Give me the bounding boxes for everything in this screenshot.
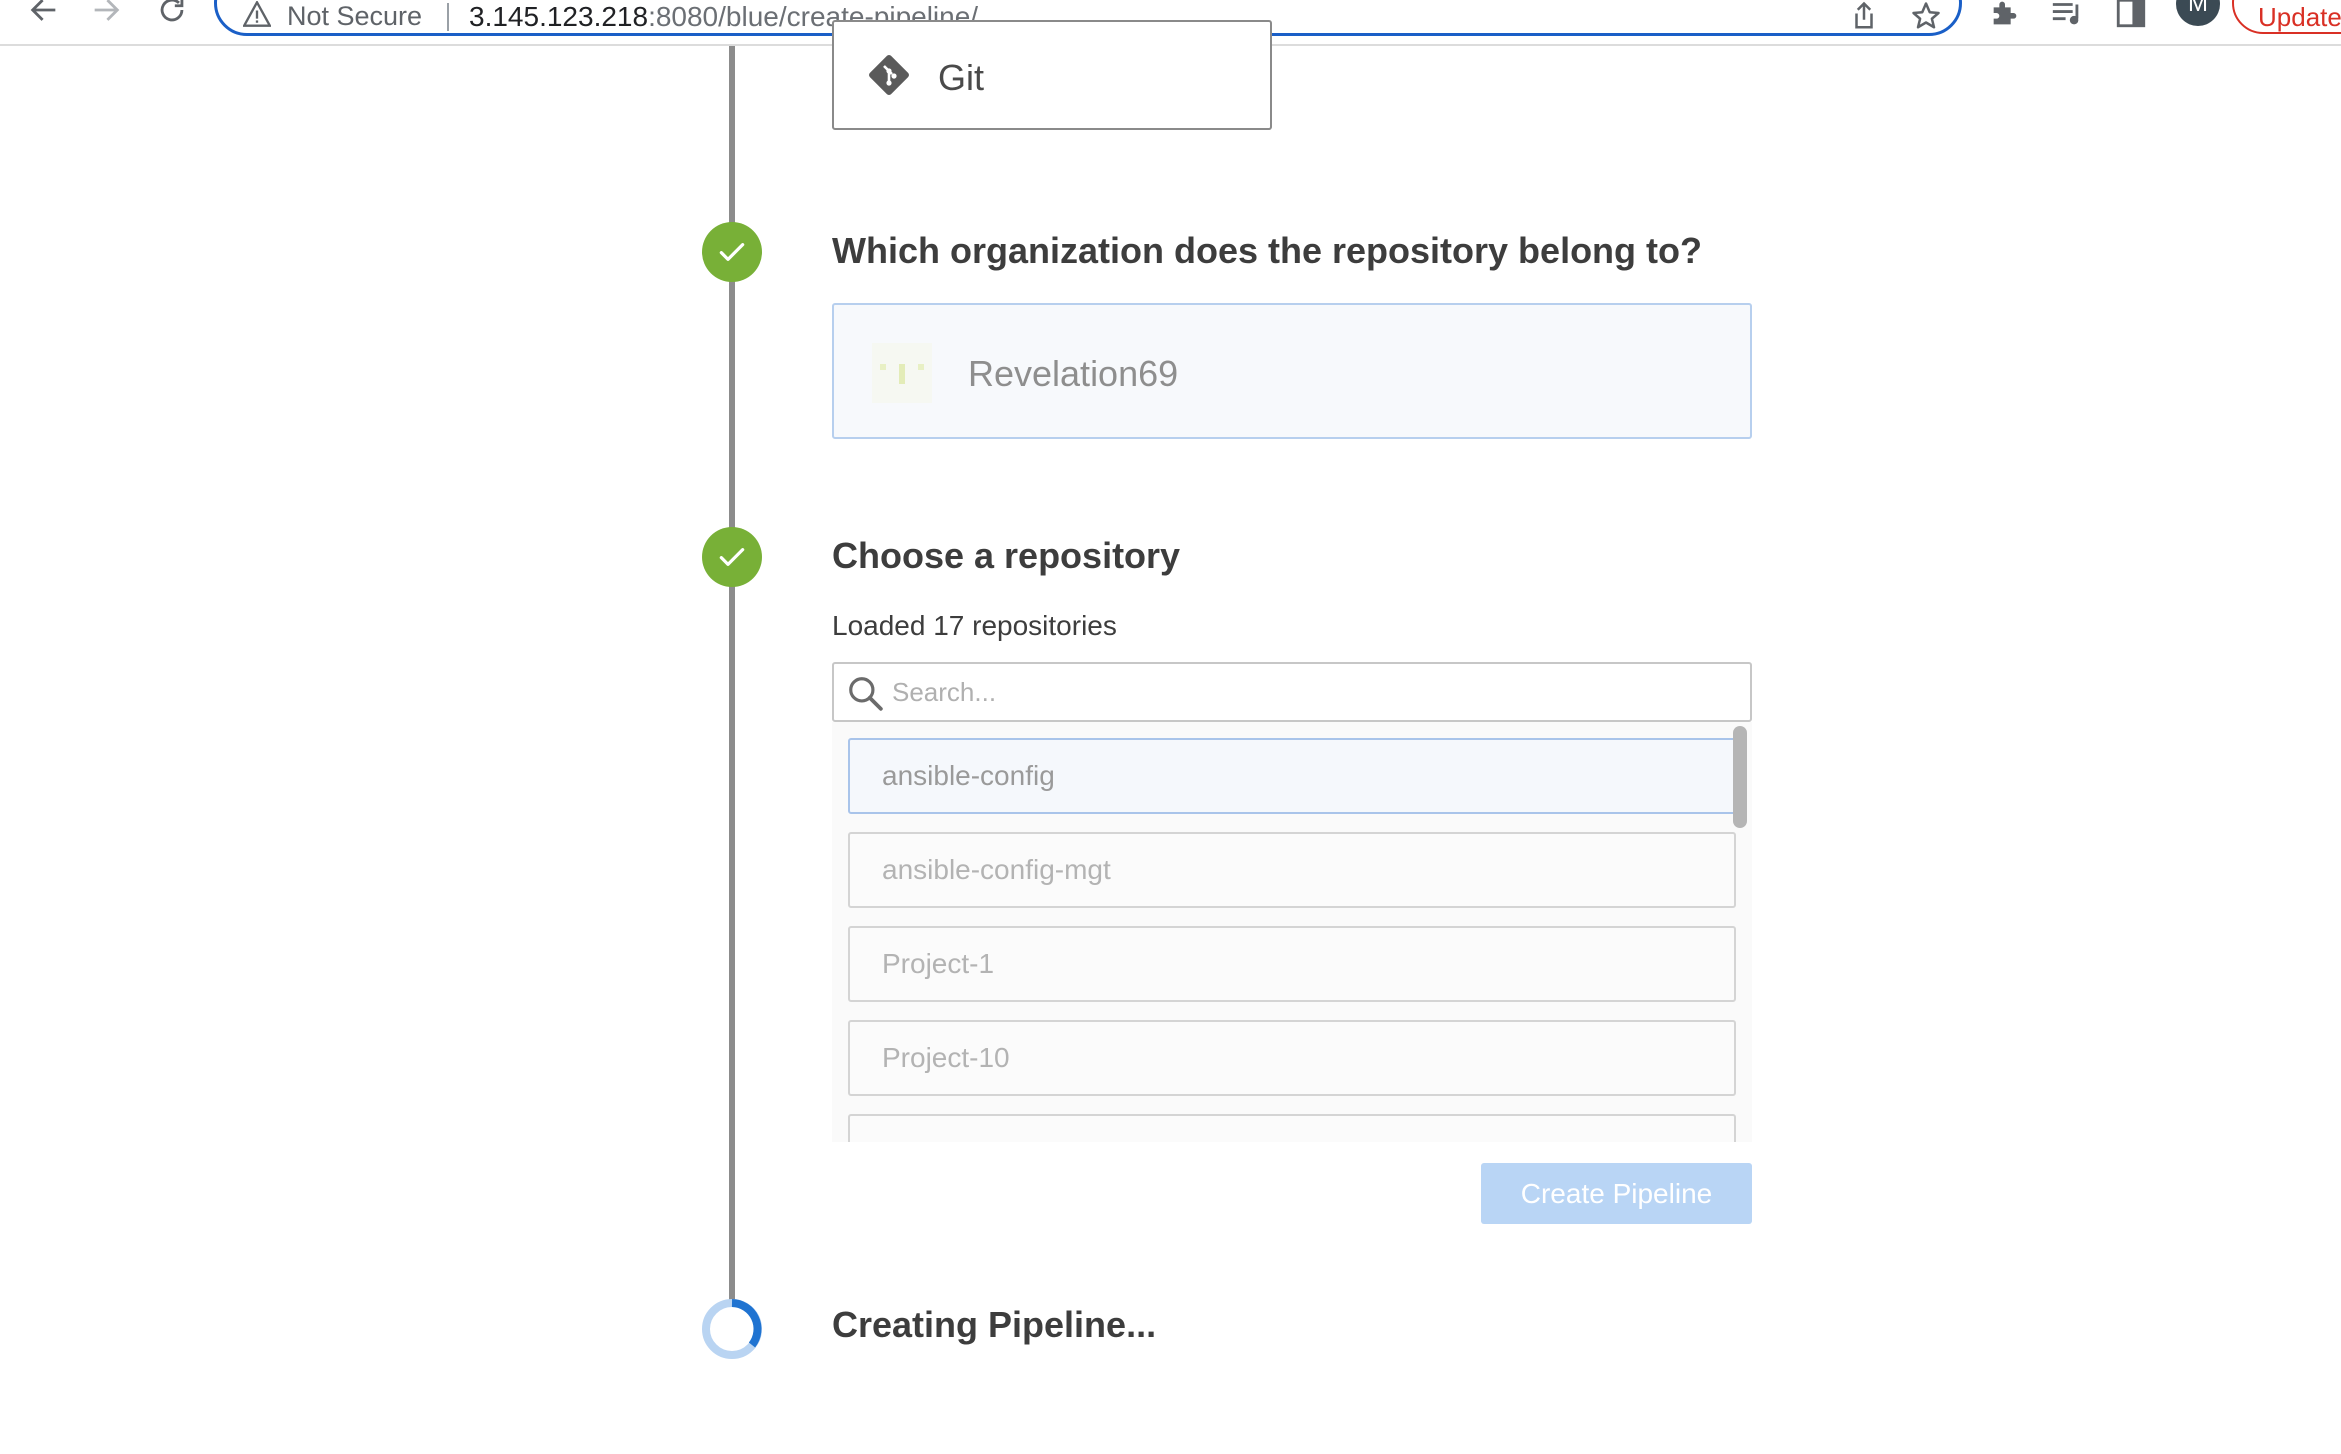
arrow-left-icon <box>30 0 56 21</box>
repository-item[interactable] <box>848 1114 1736 1142</box>
repository-step-heading: Choose a repository <box>832 535 1181 576</box>
organization-avatar <box>872 343 932 403</box>
git-source-label: Git <box>938 57 985 98</box>
bookmark-star-icon[interactable] <box>1911 1 1941 31</box>
repository-item[interactable]: Project-1 <box>848 926 1736 1002</box>
progress-spinner-icon <box>702 1299 762 1359</box>
step-complete-icon <box>702 222 762 282</box>
security-label[interactable]: Not Secure <box>287 3 422 30</box>
repository-search[interactable] <box>832 662 1752 722</box>
repository-list-scrollbar[interactable] <box>1733 726 1747 828</box>
git-icon <box>869 55 909 95</box>
repository-item[interactable]: Project-10 <box>848 1020 1736 1096</box>
share-icon[interactable] <box>1849 1 1879 31</box>
url-host: 3.145.123.218 <box>469 1 649 32</box>
profile-initial: M <box>2188 0 2208 17</box>
repositories-loaded-count: Loaded 17 repositories <box>832 610 1117 641</box>
warning-icon[interactable] <box>243 1 271 27</box>
organization-name: Revelation69 <box>968 353 1179 394</box>
step-complete-icon <box>702 527 762 587</box>
repository-item[interactable]: ansible-config-mgt <box>848 832 1736 908</box>
organization-card[interactable]: Revelation69 <box>832 303 1752 439</box>
update-button[interactable]: Update <box>2232 0 2341 34</box>
omnibox-divider <box>447 3 449 31</box>
search-icon <box>849 677 883 711</box>
profile-avatar[interactable]: M <box>2176 0 2220 26</box>
creating-pipeline-heading: Creating Pipeline... <box>832 1304 1157 1345</box>
update-label: Update <box>2258 2 2341 32</box>
side-panel-icon[interactable] <box>2114 0 2148 30</box>
back-button[interactable] <box>22 0 66 32</box>
git-source-card[interactable]: Git <box>832 20 1272 130</box>
checkmark-icon <box>719 548 745 566</box>
checkmark-icon <box>719 243 745 261</box>
reload-button[interactable] <box>150 0 194 32</box>
create-pipeline-button[interactable]: Create Pipeline <box>1481 1163 1752 1224</box>
arrow-right-icon <box>94 0 120 21</box>
extensions-puzzle-icon[interactable] <box>1988 0 2022 30</box>
media-playlist-icon[interactable] <box>2050 0 2084 30</box>
organization-step-heading: Which organization does the repository b… <box>832 230 1703 271</box>
search-input[interactable] <box>890 670 1740 714</box>
repository-list[interactable]: ansible-config ansible-config-mgt Projec… <box>832 722 1752 1142</box>
reload-icon <box>160 0 184 22</box>
repository-item[interactable]: ansible-config <box>848 738 1736 814</box>
forward-button[interactable] <box>84 0 128 32</box>
